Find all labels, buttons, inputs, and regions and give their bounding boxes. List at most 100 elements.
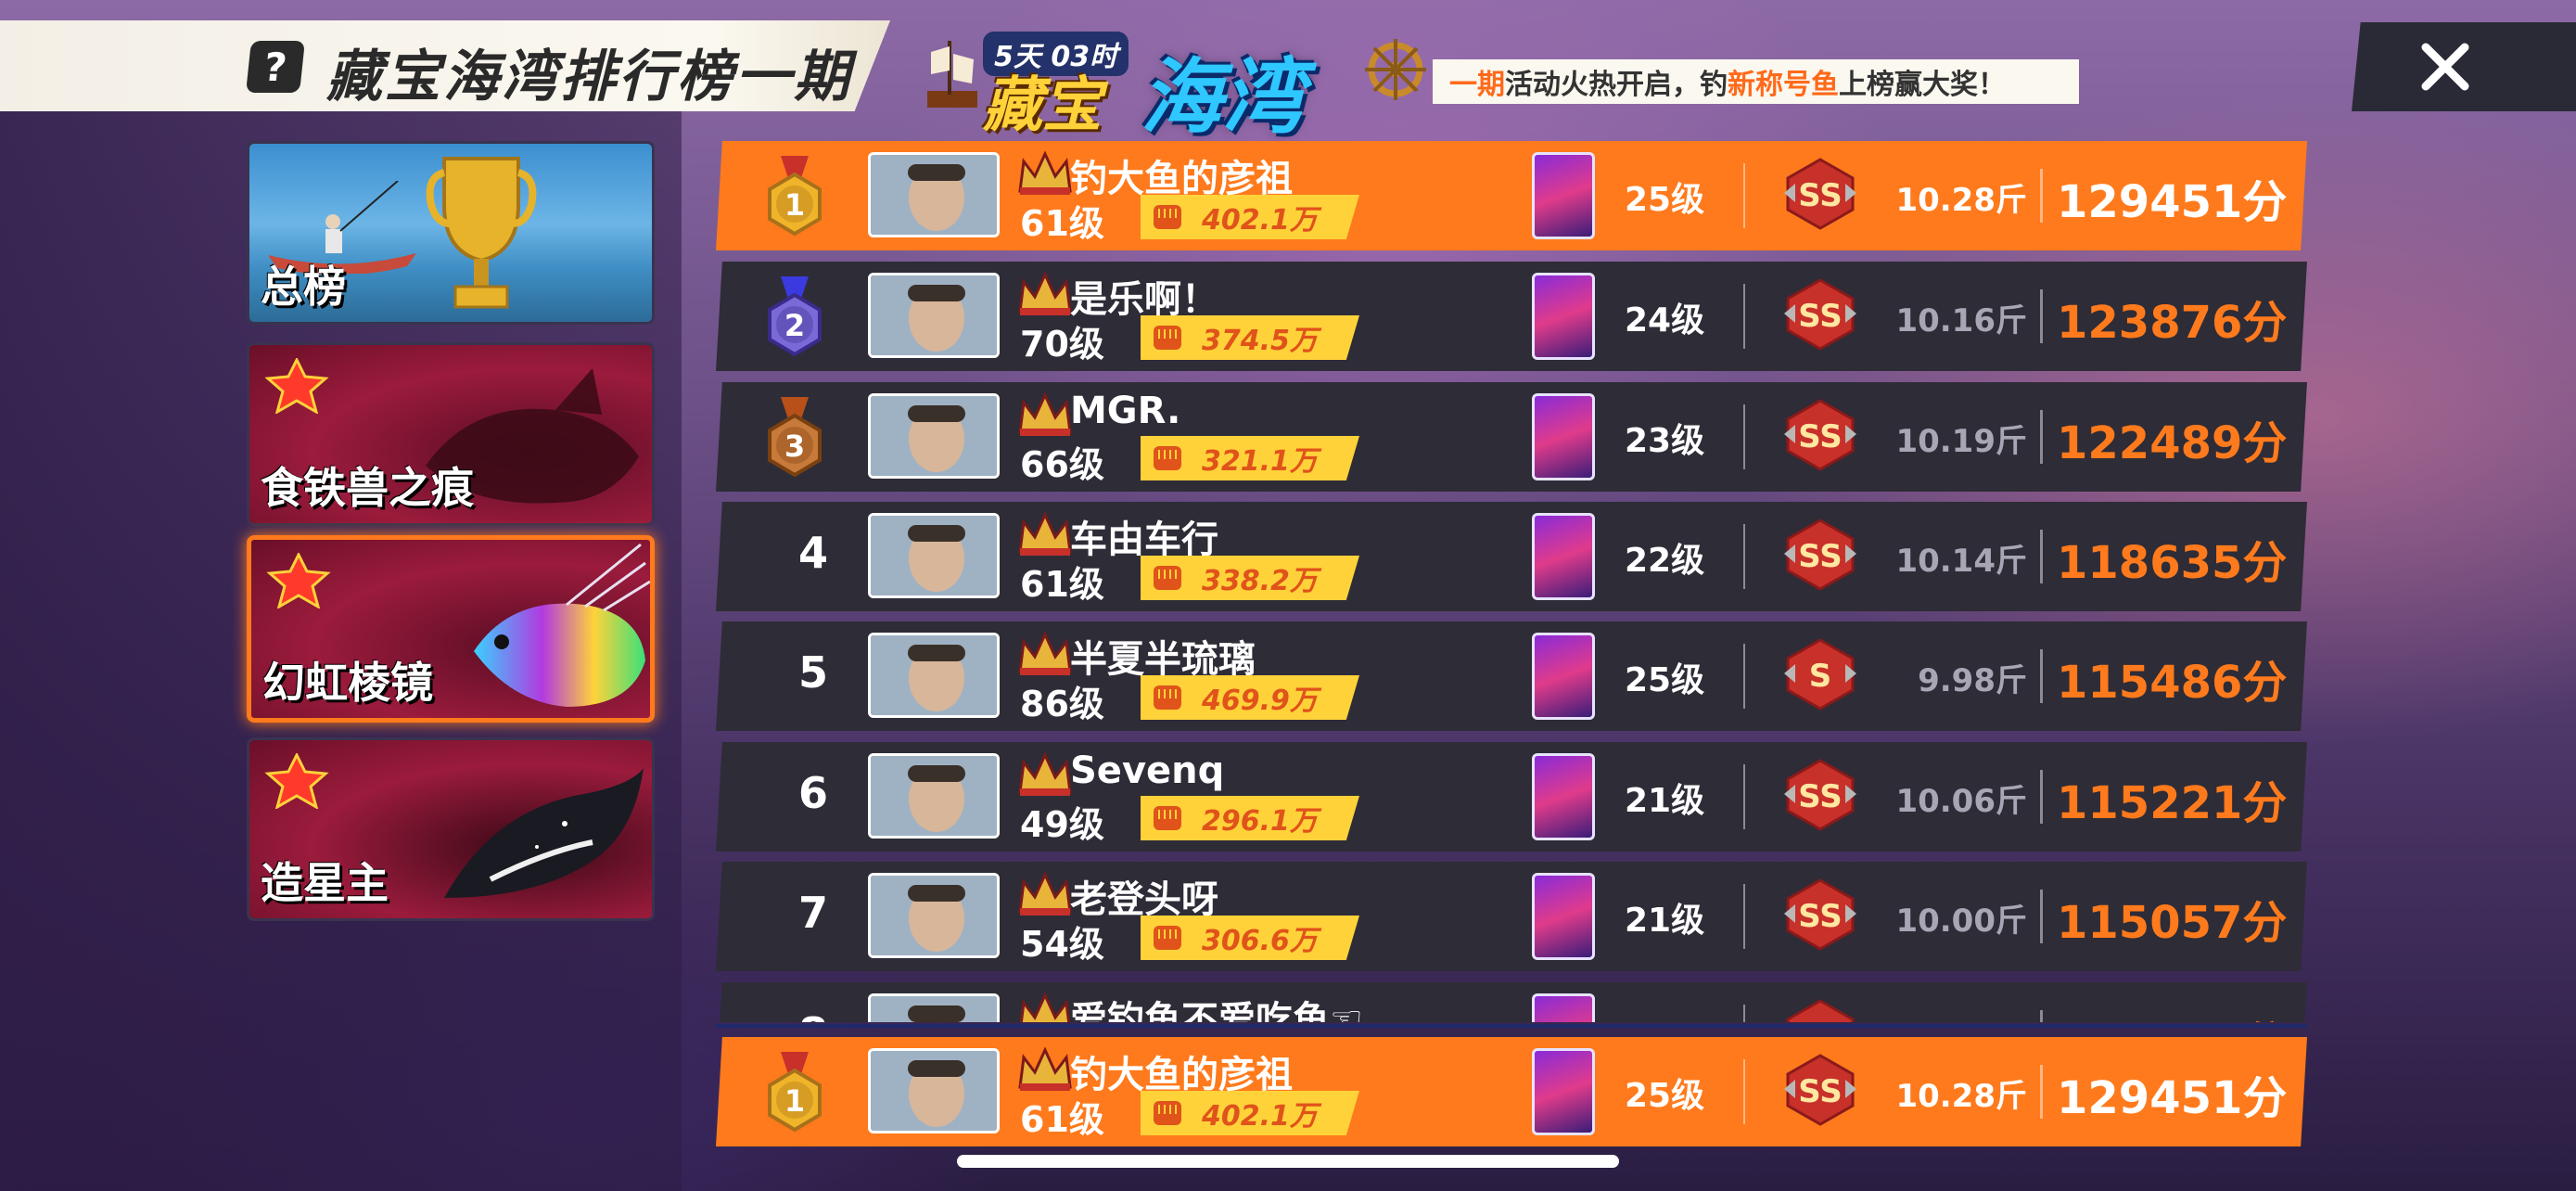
power-badge: 306.6万 [1141,916,1359,960]
svg-text:SS: SS [1798,1018,1842,1022]
ranking-row[interactable]: 4 车由车行 61级 338.2万 22级 SS 10.14斤 118635分 [716,502,2307,611]
fist-icon [1154,326,1181,350]
svg-text:SS: SS [1798,418,1842,455]
gear-level: 21级 [1625,782,1705,820]
svg-text:SS: SS [1798,898,1842,935]
divider [2040,1065,2043,1119]
ship-wheel-icon [1365,39,1426,100]
fish-weight: 10.16斤 [1895,302,2027,339]
tab-fish-huanhonglengjing[interactable]: 幻虹棱镜 [247,535,655,723]
gear-card-icon [1532,873,1595,960]
svg-text:1: 1 [784,187,805,223]
tab-fish-zaoxingzhu[interactable]: 造星主 [247,737,655,921]
divider [1743,404,1745,469]
avatar-portrait-icon [871,876,997,955]
crown-icon [1018,1046,1072,1091]
help-icon[interactable]: ? [246,41,305,93]
my-ranking-row[interactable]: 1 钓大鱼的彦祖 61级 402.1万 25级 SS 10.28斤 129451… [716,1037,2307,1146]
tab-overall[interactable]: 总榜 [247,141,655,325]
avatar[interactable] [868,1048,1000,1133]
avatar[interactable] [868,513,1000,598]
page-title: 藏宝海湾排行榜一期 [326,45,852,109]
avatar-portrait-icon [871,996,997,1022]
gear-level: 24级 [1625,301,1705,339]
rank-number: 5 [797,647,828,698]
divider [2040,649,2043,703]
crown-icon [1018,751,1072,796]
crown-icon [1018,871,1072,916]
power-value: 338.2万 [1202,565,1318,597]
gear-level: 25级 [1625,1077,1705,1115]
close-icon [2421,43,2469,91]
power-value: 402.1万 [1202,1100,1318,1133]
player-name: MGR. [1070,390,1181,432]
divider [2040,169,2043,223]
ranking-row[interactable]: 8 爱钓鱼不爱吃鱼☜ 20级 SS 9.98斤 112360分 [716,982,2307,1022]
ranking-row[interactable]: 6 Sevenq 49级 296.1万 21级 SS 10.06斤 115221… [716,742,2307,852]
score: 115486分 [2057,657,2288,709]
fist-icon [1154,446,1181,470]
rank-number: 8 [785,1008,841,1022]
player-level: 86级 [1020,684,1104,724]
score: 115221分 [2057,777,2288,829]
tab-label: 食铁兽之痕 [261,463,474,513]
tab-fish-shitieshou[interactable]: 食铁兽之痕 [247,342,655,526]
divider [2040,530,2043,583]
crown-icon [1018,992,1072,1022]
banner-highlight-fish: 新称号鱼 [1728,69,1839,101]
ranking-list[interactable]: 1 钓大鱼的彦祖 61级 402.1万 25级 SS 10.28斤 129451… [716,141,2307,1022]
rank-number: 6 [797,768,828,818]
score: 115057分 [2057,897,2288,949]
home-indicator[interactable] [957,1155,1619,1168]
gear-card-icon [1532,513,1595,600]
rainbow-fish-icon [474,543,650,707]
player-name: 爱钓鱼不爱吃鱼☜ [1070,999,1363,1022]
fish-weight: 10.28斤 [1895,182,2027,219]
svg-text:SS: SS [1798,177,1842,214]
svg-text:SS: SS [1798,538,1842,575]
divider [1743,644,1745,709]
score: 129451分 [2057,176,2288,228]
ranking-row[interactable]: 7 老登头呀 54级 306.6万 21级 SS 10.00斤 115057分 [716,862,2307,971]
event-logo-text-2: 海湾 [1141,49,1305,145]
divider [2040,410,2043,464]
svg-text:S: S [1809,658,1832,695]
tab-label: 造星主 [261,858,389,908]
divider [1743,524,1745,589]
avatar[interactable] [868,993,1000,1022]
trophy-icon [426,157,537,309]
divider [1743,163,1745,228]
svg-text:SS: SS [1798,298,1842,335]
gear-card-icon [1532,393,1595,480]
fish-weight: 10.28斤 [1895,1078,2027,1115]
avatar-portrait-icon [871,516,997,596]
grade-badge-icon: SS [1784,878,1856,951]
gear-card-icon [1532,152,1595,239]
fish-weight: 9.98斤 [1856,1016,2027,1022]
power-badge: 296.1万 [1141,796,1359,840]
divider [1743,1005,1745,1022]
gold-medal-icon: 1 [768,1052,822,1133]
avatar[interactable] [868,633,1000,718]
close-button[interactable] [2352,22,2576,111]
player-level: 66级 [1020,444,1104,485]
gear-card-icon [1532,753,1595,840]
avatar[interactable] [868,152,1000,237]
ranking-row[interactable]: 2 是乐啊！ 70级 374.5万 24级 SS 10.16斤 123876分 [716,262,2307,371]
avatar[interactable] [868,873,1000,958]
avatar[interactable] [868,753,1000,839]
fist-icon [1154,926,1181,950]
ranking-row[interactable]: 3 MGR. 66级 321.1万 23级 SS 10.19斤 122489分 [716,382,2307,492]
avatar[interactable] [868,273,1000,358]
ranking-row[interactable]: 5 半夏半琉璃 86级 469.9万 25级 S 9.98斤 115486分 [716,621,2307,731]
crown-icon [1018,511,1072,556]
ranking-row[interactable]: 1 钓大鱼的彦祖 61级 402.1万 25级 SS 10.28斤 129451… [716,141,2307,250]
avatar-portrait-icon [871,635,997,715]
fist-icon [1154,1101,1181,1125]
score: 118635分 [2057,537,2288,589]
gear-card-icon [1532,1048,1595,1135]
gear-card-icon [1532,993,1595,1022]
player-name: Sevenq [1070,749,1225,792]
power-value: 469.9万 [1202,685,1318,717]
avatar[interactable] [868,393,1000,479]
